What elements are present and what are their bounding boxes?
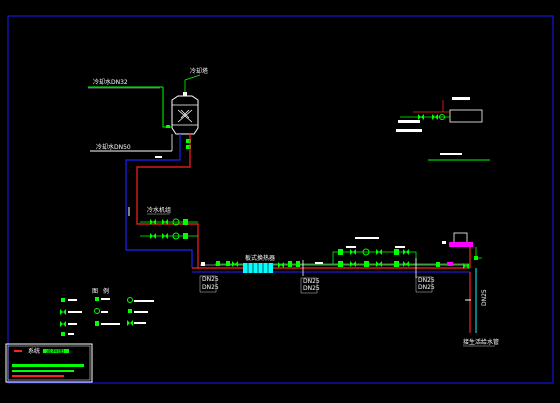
title-main: 系统 xyxy=(28,347,40,355)
tower-label: 冷却塔 xyxy=(190,67,208,75)
valve-group xyxy=(140,218,198,240)
cooling-tower xyxy=(171,92,199,135)
legend xyxy=(60,297,154,336)
right-vertical-label: DN25 xyxy=(481,289,488,306)
tag-b1: DN25 xyxy=(303,278,320,285)
bottom-right-label: 接生活给水管 xyxy=(463,338,499,346)
legend-header-b: 例 xyxy=(103,287,109,295)
left-fittings xyxy=(201,261,238,267)
return-pipe-blue xyxy=(125,134,193,268)
overflow-pipe-label: 冷却水DN50 xyxy=(96,143,131,151)
legend-header-a: 图 xyxy=(92,288,98,295)
schematic-canvas: 冷却塔 冷却水DN32 冷却水DN50 冷水机组 DN25 DN25 板式换热器… xyxy=(5,15,554,384)
supply-pipe-red xyxy=(136,134,199,268)
tower-label-leader xyxy=(184,74,201,92)
makeup-pipe-label: 冷却水DN32 xyxy=(93,78,128,86)
tag-c1: DN25 xyxy=(418,277,435,284)
detail-top-right xyxy=(396,97,490,161)
heat-exchanger xyxy=(243,263,273,273)
tag-a1: DN25 xyxy=(202,276,219,283)
drawing-frame xyxy=(7,15,554,384)
title-sub: 流程图 xyxy=(46,347,64,355)
tag-b2: DN25 xyxy=(303,285,320,292)
heat-exchanger-label: 板式换热器 xyxy=(245,254,275,262)
tag-c2: DN25 xyxy=(418,284,435,291)
tag-a2: DN25 xyxy=(202,284,219,291)
valve-group-label: 冷水机组 xyxy=(147,206,171,214)
